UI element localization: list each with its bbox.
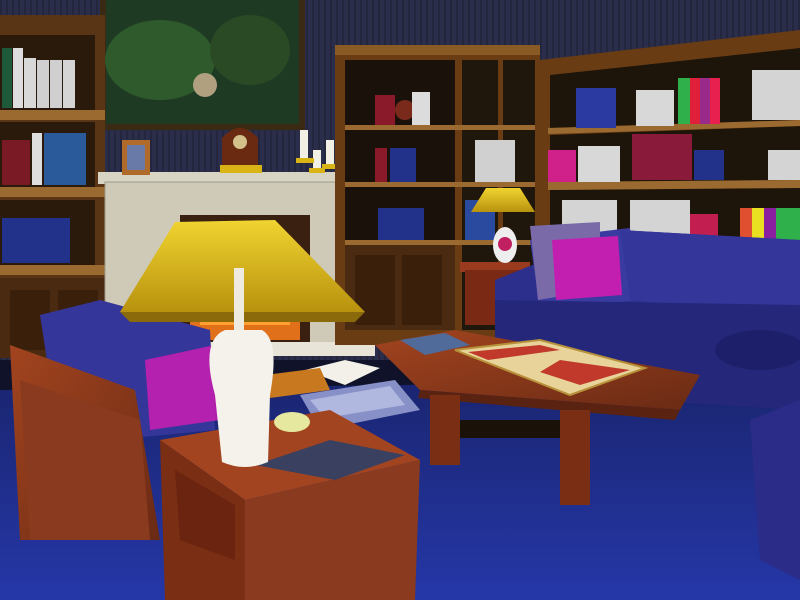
photo-frame <box>122 140 150 175</box>
pillow-magenta <box>552 236 622 300</box>
ashtray <box>274 412 310 432</box>
painting <box>100 0 305 130</box>
living-room-scene <box>0 0 800 600</box>
side-table <box>160 410 420 600</box>
